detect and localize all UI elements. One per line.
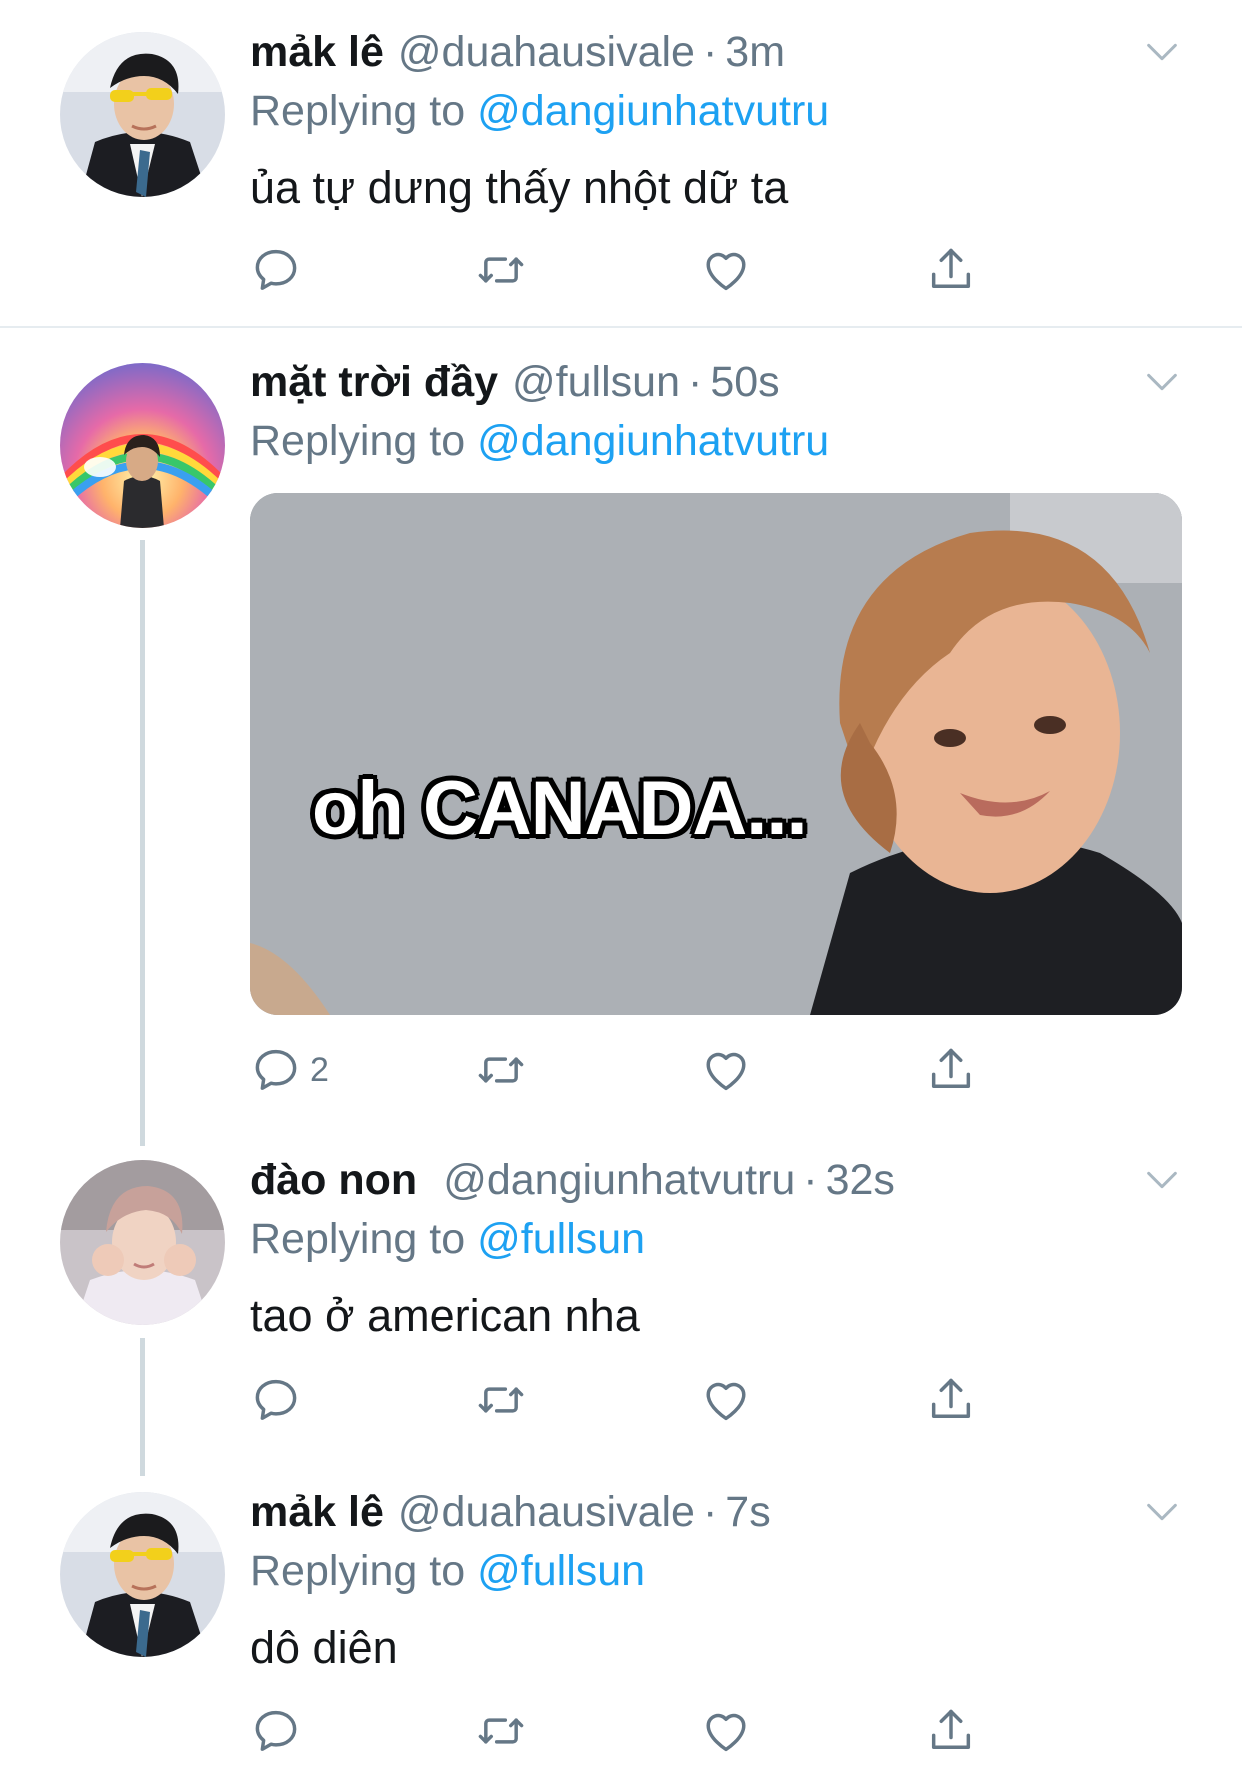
like-button[interactable] [700,1370,752,1430]
tweet-header: đào non @dangiunhatvutru · 32s [250,1150,1182,1210]
user-handle[interactable]: @dangiunhatvutru [443,1156,795,1205]
reply-button[interactable] [250,240,310,300]
mention-link[interactable]: @fullsun [477,1547,645,1596]
chevron-down-icon[interactable] [1142,362,1182,402]
tweet-media-image[interactable]: oh CANADA... [250,493,1182,1015]
tweet-text: dô diên [250,1622,398,1673]
reply-button[interactable] [250,1370,310,1430]
chevron-down-icon[interactable] [1142,1492,1182,1532]
heart-icon [700,1705,752,1757]
replying-label: Replying to [250,86,466,135]
timestamp[interactable]: 3m [725,28,785,77]
like-button[interactable] [700,1040,752,1100]
reply-icon [250,1044,302,1096]
retweet-icon [475,1705,527,1757]
reply-icon [250,1705,302,1757]
chevron-down-icon[interactable] [1142,1160,1182,1200]
replying-to: Replying to @fullsun [250,1542,1182,1600]
heart-icon [700,1374,752,1426]
retweet-button[interactable] [475,1701,527,1761]
timestamp[interactable]: 50s [710,358,779,407]
tweet-header: mảk lê @duahausivale · 7s [250,1482,1182,1542]
reply-count: 2 [310,1050,329,1089]
tweet-header: mảk lê @duahausivale · 3m [250,22,1182,82]
avatar[interactable] [60,1160,225,1325]
avatar[interactable] [60,1492,225,1657]
share-button[interactable] [925,240,977,300]
display-name[interactable]: đào non [250,1156,417,1205]
tweet-actions: 2 [250,1040,990,1100]
display-name[interactable]: mảk lê [250,28,384,77]
tweet-actions [250,1370,990,1430]
mention-link[interactable]: @fullsun [477,1215,645,1264]
reply-icon [250,244,302,296]
replying-to: Replying to @dangiunhatvutru [250,412,1182,470]
display-name[interactable]: mảk lê [250,1488,384,1537]
display-name[interactable]: mặt trời đầy [250,358,498,407]
reply-icon [250,1374,302,1426]
retweet-button[interactable] [475,1370,527,1430]
divider [0,326,1242,328]
like-button[interactable] [700,240,752,300]
replying-label: Replying to [250,1546,466,1595]
tweet-header: mặt trời đầy @fullsun · 50s [250,352,1182,412]
tweet-text: ủa tự dưng thấy nhột dữ ta [250,162,789,213]
share-icon [925,1374,977,1426]
mention-link[interactable]: @dangiunhatvutru [477,87,829,136]
separator-dot: · [702,1487,718,1536]
thread-line [140,1338,145,1476]
share-icon [925,244,977,296]
replying-to: Replying to @dangiunhatvutru [250,82,1182,140]
avatar[interactable] [60,363,225,528]
reply-button[interactable] [250,1701,310,1761]
replying-label: Replying to [250,416,466,465]
user-handle[interactable]: @duahausivale [398,1488,695,1537]
share-button[interactable] [925,1040,977,1100]
share-icon [925,1044,977,1096]
thread-line [140,540,145,1146]
mention-link[interactable]: @dangiunhatvutru [477,417,829,466]
reply-button[interactable]: 2 [250,1040,329,1100]
share-button[interactable] [925,1370,977,1430]
share-icon [925,1705,977,1757]
separator-dot: · [687,357,703,406]
retweet-icon [475,1374,527,1426]
tweet-actions [250,240,990,300]
avatar[interactable] [60,32,225,197]
share-button[interactable] [925,1701,977,1761]
like-button[interactable] [700,1701,752,1761]
retweet-icon [475,1044,527,1096]
timestamp[interactable]: 7s [725,1488,770,1537]
media-caption: oh CANADA... [312,766,808,851]
retweet-button[interactable] [475,240,527,300]
user-handle[interactable]: @duahausivale [398,28,695,77]
separator-dot: · [803,1155,818,1204]
timestamp[interactable]: 32s [826,1156,895,1205]
replying-label: Replying to [250,1214,466,1263]
separator-dot: · [702,27,718,76]
user-handle[interactable]: @fullsun [512,358,680,407]
tweet-actions [250,1701,990,1761]
retweet-button[interactable] [475,1040,527,1100]
retweet-icon [475,244,527,296]
heart-icon [700,244,752,296]
heart-icon [700,1044,752,1096]
replying-to: Replying to @fullsun [250,1210,1182,1268]
tweet-text: tao ở american nha [250,1290,640,1341]
chevron-down-icon[interactable] [1142,32,1182,72]
